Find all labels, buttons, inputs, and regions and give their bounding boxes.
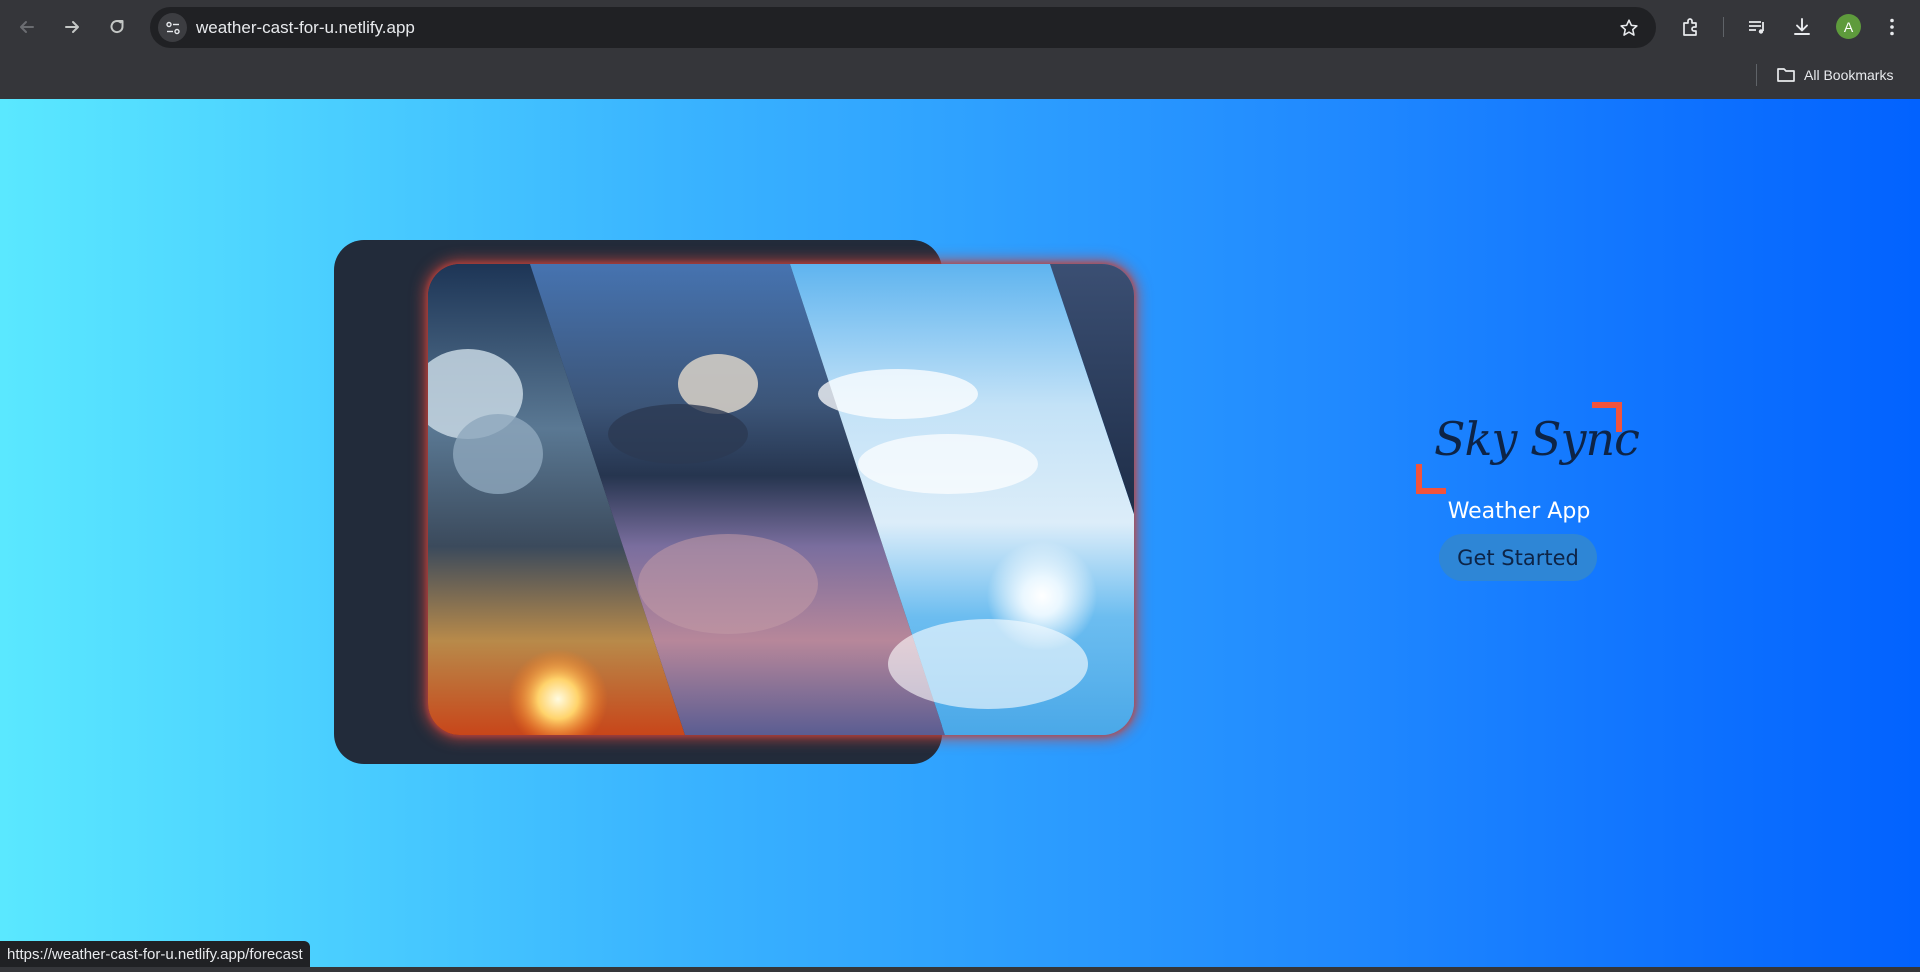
site-info-icon (165, 21, 180, 34)
status-bar-url: https://weather-cast-for-u.netlify.app/f… (0, 941, 310, 967)
bookmarks-bar: All Bookmarks (0, 53, 1920, 99)
back-button[interactable] (11, 11, 43, 43)
url-text[interactable]: weather-cast-for-u.netlify.app (196, 18, 415, 38)
get-started-button[interactable]: Get Started (1439, 534, 1597, 581)
site-info-button[interactable] (158, 13, 187, 42)
forward-button[interactable] (56, 11, 88, 43)
brand-logo: Sky Sync (1416, 402, 1640, 494)
media-icon (1749, 21, 1764, 34)
more-icon (1890, 18, 1894, 36)
bracket-corner-bottom-left (1416, 464, 1446, 494)
folder-icon (1777, 68, 1795, 82)
downloads-button[interactable] (1788, 13, 1816, 41)
forward-icon (65, 21, 79, 33)
address-bar[interactable]: weather-cast-for-u.netlify.app (150, 7, 1656, 48)
app-subtitle: Weather App (1447, 499, 1591, 524)
more-menu-button[interactable] (1878, 13, 1906, 41)
toolbar-divider (1723, 17, 1724, 37)
extensions-icon (1683, 18, 1697, 36)
hero-sky-image (428, 264, 1134, 735)
back-icon (20, 21, 34, 33)
download-icon (1794, 18, 1810, 35)
media-control-button[interactable] (1743, 13, 1771, 41)
star-icon[interactable] (1618, 17, 1640, 39)
extensions-button[interactable] (1677, 13, 1705, 41)
reload-icon (110, 20, 124, 34)
bookmarks-divider (1756, 64, 1757, 86)
all-bookmarks-button[interactable]: All Bookmarks (1776, 63, 1893, 87)
browser-toolbar: weather-cast-for-u.netlify.app A (0, 0, 1920, 53)
window-bottom-edge (0, 967, 1920, 972)
profile-avatar[interactable]: A (1836, 14, 1861, 39)
page-viewport: Sky Sync Weather App Get Started (0, 99, 1920, 967)
reload-button[interactable] (101, 11, 133, 43)
all-bookmarks-label: All Bookmarks (1804, 67, 1894, 83)
brand-name: Sky Sync (1434, 412, 1640, 466)
